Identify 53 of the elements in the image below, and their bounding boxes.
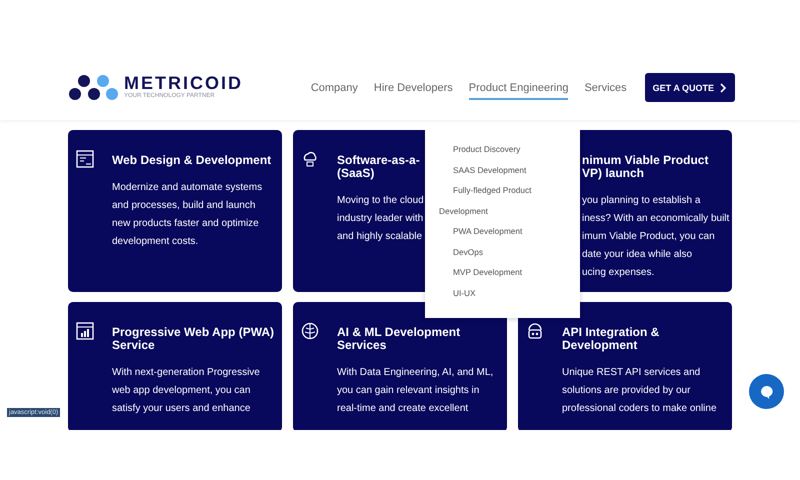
chat-bubble-icon: [758, 384, 774, 400]
card-text: and highly scalable: [337, 230, 424, 244]
menu-item[interactable]: SAAS Development: [425, 164, 580, 185]
menu-item[interactable]: DevOps: [425, 246, 580, 267]
card-text: development costs.: [112, 235, 200, 249]
nav-link[interactable]: Services: [584, 76, 627, 100]
card-title: nimum Viable Product: [582, 154, 710, 167]
nav-link[interactable]: Company: [310, 76, 358, 100]
card-title: AI & ML Development: [337, 326, 462, 339]
web-window-icon: [76, 150, 94, 168]
card-text: iness? With an economically built: [582, 212, 730, 226]
chart-window-icon: [76, 322, 94, 340]
cloud-icon: [301, 150, 319, 168]
card-text: solutions are provided by our: [562, 384, 692, 398]
card-text: date your idea while also: [582, 248, 694, 262]
card-title: Services: [337, 339, 386, 352]
card-text: Unique REST API services and: [562, 366, 702, 380]
chevron-right-icon: [719, 82, 727, 92]
menu-item[interactable]: UI-UX: [425, 288, 580, 308]
menu-item[interactable]: MVP Development: [425, 267, 580, 288]
chat-button[interactable]: [749, 374, 784, 409]
nav-link[interactable]: Product Engineering: [468, 76, 568, 100]
menu-item[interactable]: Fully-fledged Product: [425, 185, 580, 206]
card-title: API Integration &: [562, 326, 660, 339]
card-title: VP) launch: [582, 167, 646, 180]
menu-item[interactable]: PWA Development: [425, 226, 580, 246]
nav-link[interactable]: Hire Developers: [374, 76, 453, 100]
card-text: real-time and create excellent: [337, 402, 470, 416]
card-text: satisfy your users and enhance: [112, 402, 252, 416]
card-text: industry leader with: [337, 212, 424, 226]
logo-name: METRICOID: [124, 74, 243, 92]
card-title: Service: [112, 339, 155, 352]
card-title: Progressive Web App (PWA): [112, 326, 274, 339]
card-text: Moving to the cloud: [337, 194, 424, 208]
card-title: Software-as-a-: [337, 154, 421, 167]
card-text: imum Viable Product, you can: [582, 230, 716, 244]
card-title: (SaaS): [337, 167, 376, 180]
card-title: Web Design & Development: [112, 154, 272, 167]
card-text: new products faster and optimize: [112, 217, 260, 231]
card-text: you planning to establish a: [582, 194, 702, 208]
card-text: and processes, build and launch: [112, 199, 256, 213]
card-text: you can gain relevant insights in: [337, 384, 480, 398]
card-text: With Data Engineering, AI, and ML,: [337, 366, 494, 380]
card-text: ucing expenses.: [582, 266, 656, 280]
card-text: Modernize and automate systems: [112, 181, 264, 195]
menu-item[interactable]: Product Discovery: [425, 144, 580, 164]
menu-item[interactable]: Development: [425, 206, 580, 226]
get-a-quote-button[interactable]: GET A QUOTE: [644, 73, 735, 102]
card-title: Development: [562, 339, 638, 352]
card-text: professional coders to make online: [562, 402, 717, 416]
card-text: With next-generation Progressive: [112, 366, 261, 380]
logo-icon: [67, 72, 121, 102]
card-text: web app development, you can: [112, 384, 252, 398]
